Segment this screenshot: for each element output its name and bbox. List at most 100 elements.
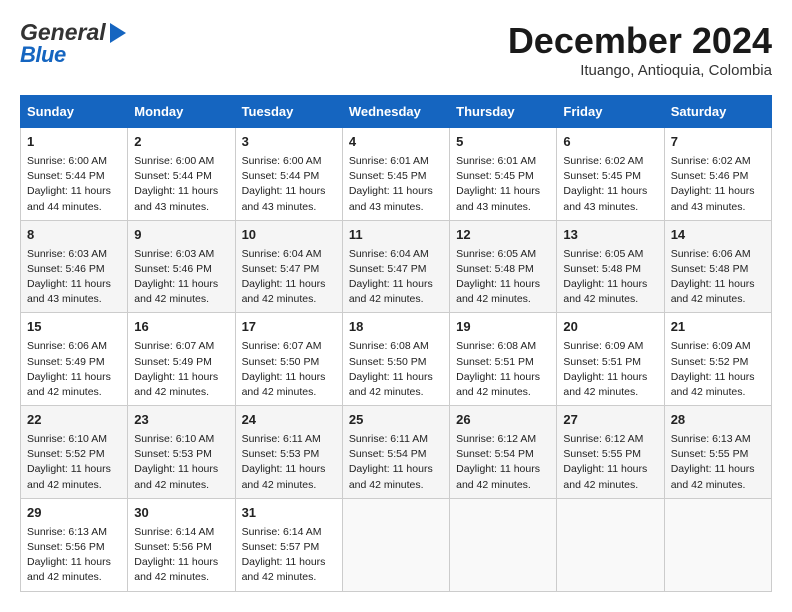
location-label: Ituango, Antioquia, Colombia bbox=[508, 62, 772, 79]
day-number: 27 bbox=[563, 411, 657, 430]
table-row bbox=[342, 498, 449, 591]
table-row: 1 Sunrise: 6:00 AM Sunset: 5:44 PM Daylight… bbox=[21, 128, 128, 221]
sunrise-label: Sunrise: 6:02 AM bbox=[563, 155, 643, 167]
table-row: 21Sunrise: 6:09 AMSunset: 5:52 PMDayligh… bbox=[664, 313, 771, 406]
daylight-label: Daylight: 11 hours and 42 minutes. bbox=[349, 463, 433, 490]
sunrise-label: Sunrise: 6:00 AM bbox=[242, 155, 322, 167]
sunset-label: Sunset: 5:53 PM bbox=[242, 448, 320, 460]
table-row: 30Sunrise: 6:14 AMSunset: 5:56 PMDayligh… bbox=[128, 498, 235, 591]
sunrise-label: Sunrise: 6:01 AM bbox=[349, 155, 429, 167]
day-number: 7 bbox=[671, 133, 765, 152]
month-title: December 2024 bbox=[508, 20, 772, 62]
sunrise-label: Sunrise: 6:05 AM bbox=[563, 248, 643, 260]
sunset-label: Sunset: 5:44 PM bbox=[27, 170, 105, 182]
col-sunday: Sunday bbox=[21, 96, 128, 128]
table-row: 31Sunrise: 6:14 AMSunset: 5:57 PMDayligh… bbox=[235, 498, 342, 591]
sunrise-label: Sunrise: 6:04 AM bbox=[242, 248, 322, 260]
sunset-label: Sunset: 5:52 PM bbox=[671, 356, 749, 368]
col-thursday: Thursday bbox=[450, 96, 557, 128]
sunset-label: Sunset: 5:50 PM bbox=[242, 356, 320, 368]
table-row: 28Sunrise: 6:13 AMSunset: 5:55 PMDayligh… bbox=[664, 406, 771, 499]
daylight-label: Daylight: 11 hours and 42 minutes. bbox=[134, 463, 218, 490]
table-row: 27Sunrise: 6:12 AMSunset: 5:55 PMDayligh… bbox=[557, 406, 664, 499]
daylight-label: Daylight: 11 hours and 42 minutes. bbox=[242, 463, 326, 490]
daylight-label: Daylight: 11 hours and 42 minutes. bbox=[134, 278, 218, 305]
sunset-label: Sunset: 5:48 PM bbox=[456, 263, 534, 275]
table-row: 9Sunrise: 6:03 AMSunset: 5:46 PMDaylight… bbox=[128, 220, 235, 313]
sunrise-label: Sunrise: 6:04 AM bbox=[349, 248, 429, 260]
sunset-label: Sunset: 5:55 PM bbox=[671, 448, 749, 460]
day-number: 12 bbox=[456, 226, 550, 245]
sunrise-label: Sunrise: 6:07 AM bbox=[134, 340, 214, 352]
table-row bbox=[557, 498, 664, 591]
table-row: 7Sunrise: 6:02 AMSunset: 5:46 PMDaylight… bbox=[664, 128, 771, 221]
sunrise-label: Sunrise: 6:10 AM bbox=[134, 433, 214, 445]
sunset-label: Sunset: 5:57 PM bbox=[242, 541, 320, 553]
day-number: 17 bbox=[242, 318, 336, 337]
table-row: 24Sunrise: 6:11 AMSunset: 5:53 PMDayligh… bbox=[235, 406, 342, 499]
day-number: 23 bbox=[134, 411, 228, 430]
day-number: 6 bbox=[563, 133, 657, 152]
day-number: 21 bbox=[671, 318, 765, 337]
sunrise-label: Sunrise: 6:09 AM bbox=[671, 340, 751, 352]
day-number: 16 bbox=[134, 318, 228, 337]
sunset-label: Sunset: 5:49 PM bbox=[134, 356, 212, 368]
sunrise-label: Sunrise: 6:00 AM bbox=[27, 155, 107, 167]
sunrise-label: Sunrise: 6:03 AM bbox=[27, 248, 107, 260]
col-saturday: Saturday bbox=[664, 96, 771, 128]
daylight-label: Daylight: 11 hours and 42 minutes. bbox=[456, 278, 540, 305]
sunrise-label: Sunrise: 6:01 AM bbox=[456, 155, 536, 167]
daylight-label: Daylight: 11 hours and 42 minutes. bbox=[563, 278, 647, 305]
table-row bbox=[664, 498, 771, 591]
daylight-label: Daylight: 11 hours and 43 minutes. bbox=[242, 185, 326, 212]
daylight-label: Daylight: 11 hours and 43 minutes. bbox=[671, 185, 755, 212]
sunset-label: Sunset: 5:45 PM bbox=[456, 170, 534, 182]
daylight-label: Daylight: 11 hours and 42 minutes. bbox=[27, 556, 111, 583]
sunrise-label: Sunrise: 6:12 AM bbox=[456, 433, 536, 445]
table-row: 8Sunrise: 6:03 AMSunset: 5:46 PMDaylight… bbox=[21, 220, 128, 313]
sunrise-label: Sunrise: 6:06 AM bbox=[27, 340, 107, 352]
table-row: 23 Sunrise: 6:10 AM Sunset: 5:53 PM Dayligh… bbox=[128, 406, 235, 499]
table-row bbox=[450, 498, 557, 591]
col-monday: Monday bbox=[128, 96, 235, 128]
table-row: 11Sunrise: 6:04 AMSunset: 5:47 PMDayligh… bbox=[342, 220, 449, 313]
table-row: 10Sunrise: 6:04 AMSunset: 5:47 PMDayligh… bbox=[235, 220, 342, 313]
day-number: 2 bbox=[134, 133, 228, 152]
day-number: 25 bbox=[349, 411, 443, 430]
col-tuesday: Tuesday bbox=[235, 96, 342, 128]
logo-arrow-icon bbox=[110, 23, 126, 43]
sunset-label: Sunset: 5:53 PM bbox=[134, 448, 212, 460]
table-row: 5Sunrise: 6:01 AMSunset: 5:45 PMDaylight… bbox=[450, 128, 557, 221]
table-row: 25 Sunrise: 6:11 AM Sunset: 5:54 PM Dayligh… bbox=[342, 406, 449, 499]
table-row: 16Sunrise: 6:07 AMSunset: 5:49 PMDayligh… bbox=[128, 313, 235, 406]
col-wednesday: Wednesday bbox=[342, 96, 449, 128]
sunset-label: Sunset: 5:54 PM bbox=[349, 448, 427, 460]
daylight-label: Daylight: 11 hours and 42 minutes. bbox=[27, 463, 111, 490]
table-row: 15Sunrise: 6:06 AMSunset: 5:49 PMDayligh… bbox=[21, 313, 128, 406]
sunset-label: Sunset: 5:45 PM bbox=[349, 170, 427, 182]
sunrise-label: Sunrise: 6:00 AM bbox=[134, 155, 214, 167]
daylight-label: Daylight: 11 hours and 42 minutes. bbox=[671, 463, 755, 490]
daylight-label: Daylight: 11 hours and 44 minutes. bbox=[27, 185, 111, 212]
day-number: 1 bbox=[27, 133, 121, 152]
logo: General Blue bbox=[20, 20, 126, 67]
sunset-label: Sunset: 5:55 PM bbox=[563, 448, 641, 460]
sunset-label: Sunset: 5:48 PM bbox=[563, 263, 641, 275]
daylight-label: Daylight: 11 hours and 42 minutes. bbox=[242, 278, 326, 305]
sunset-label: Sunset: 5:44 PM bbox=[134, 170, 212, 182]
page-header: General Blue December 2024 Ituango, Anti… bbox=[20, 20, 772, 79]
col-friday: Friday bbox=[557, 96, 664, 128]
day-number: 9 bbox=[134, 226, 228, 245]
table-row: 12Sunrise: 6:05 AMSunset: 5:48 PMDayligh… bbox=[450, 220, 557, 313]
title-area: December 2024 Ituango, Antioquia, Colomb… bbox=[508, 20, 772, 79]
logo-blue: Blue bbox=[20, 43, 126, 67]
table-row: 14Sunrise: 6:06 AMSunset: 5:48 PMDayligh… bbox=[664, 220, 771, 313]
day-number: 11 bbox=[349, 226, 443, 245]
sunrise-label: Sunrise: 6:11 AM bbox=[349, 433, 428, 445]
day-number: 5 bbox=[456, 133, 550, 152]
daylight-label: Daylight: 11 hours and 42 minutes. bbox=[563, 463, 647, 490]
sunset-label: Sunset: 5:51 PM bbox=[563, 356, 641, 368]
sunset-label: Sunset: 5:47 PM bbox=[349, 263, 427, 275]
daylight-label: Daylight: 11 hours and 42 minutes. bbox=[242, 371, 326, 398]
table-row: 18Sunrise: 6:08 AMSunset: 5:50 PMDayligh… bbox=[342, 313, 449, 406]
